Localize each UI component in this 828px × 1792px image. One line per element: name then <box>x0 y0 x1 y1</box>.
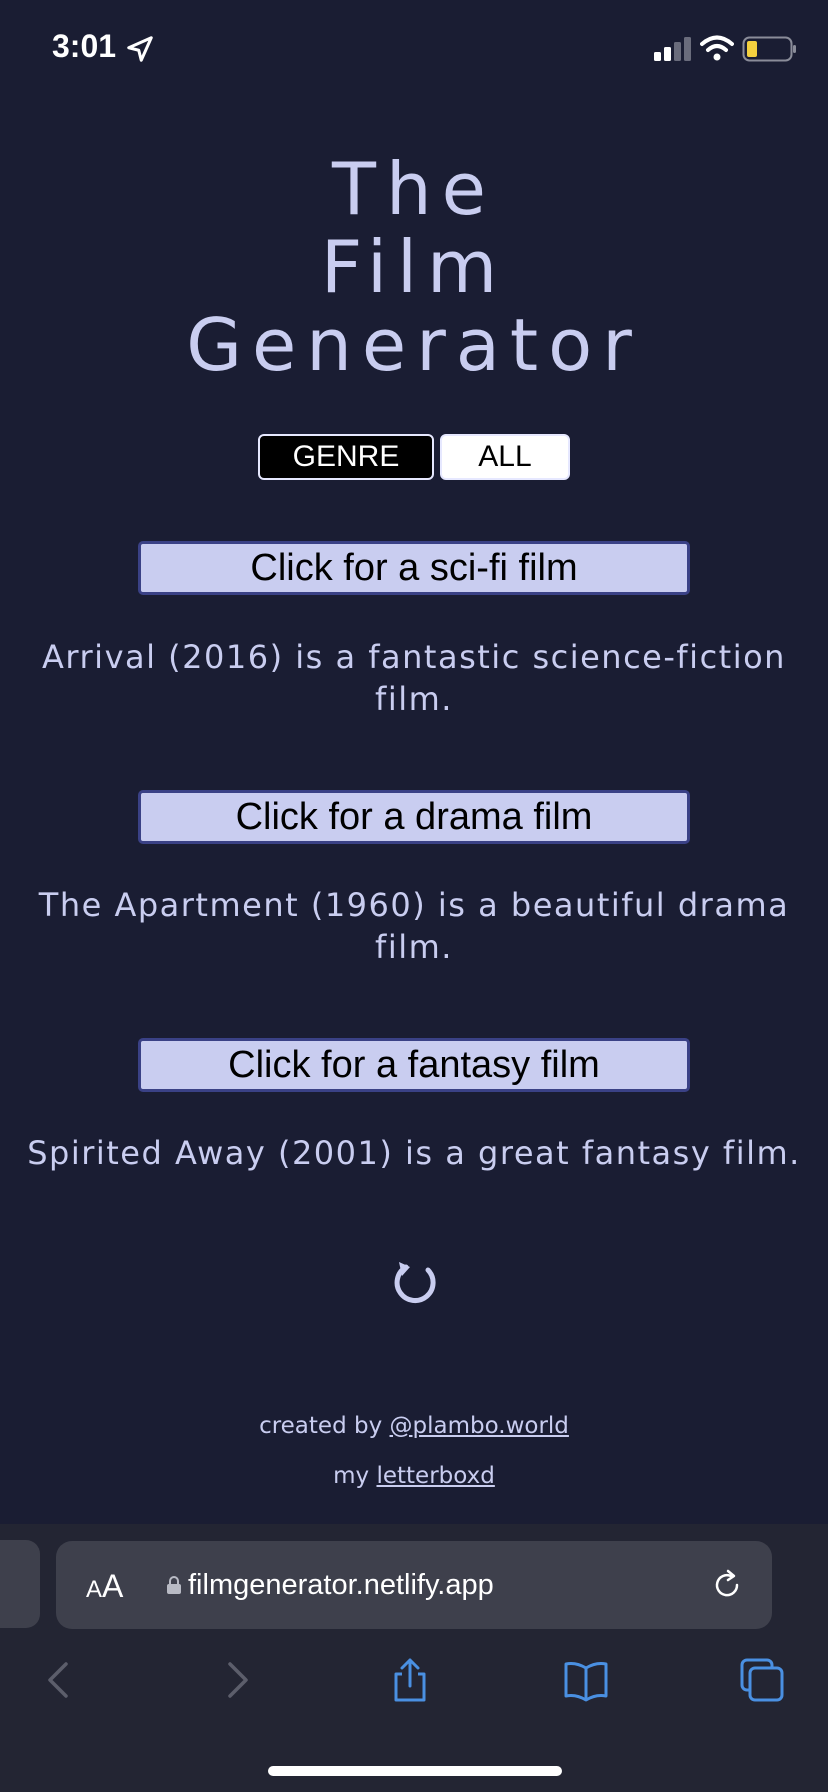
location-arrow-icon <box>127 36 153 62</box>
footer-letterboxd: my letterboxd <box>0 1463 828 1489</box>
tabs-icon[interactable] <box>738 1656 786 1704</box>
bookmarks-icon[interactable] <box>562 1656 610 1704</box>
title-line-3: Generator <box>186 303 642 387</box>
share-icon[interactable] <box>386 1656 434 1704</box>
scifi-film-result: Arrival (2016) is a fantastic science-fi… <box>42 638 786 718</box>
previous-tab-stub[interactable] <box>0 1540 40 1628</box>
wifi-icon <box>700 35 734 61</box>
footer-credit-prefix: created by <box>259 1413 390 1439</box>
url-text[interactable]: filmgenerator.netlify.app <box>188 1569 494 1602</box>
genre-toggle-button[interactable]: GENRE <box>258 434 434 480</box>
title-line-1: The <box>332 147 496 231</box>
status-bar: 3:01 <box>0 0 828 100</box>
scifi-film-button[interactable]: Click for a sci-fi film <box>138 541 690 595</box>
text-size-button[interactable]: AA <box>86 1568 123 1605</box>
footer-my-prefix: my <box>333 1463 377 1489</box>
reload-page-icon[interactable] <box>710 1568 744 1602</box>
status-time: 3:01 <box>52 28 117 64</box>
home-indicator[interactable] <box>268 1766 562 1776</box>
all-toggle-button[interactable]: ALL <box>440 434 570 480</box>
reload-icon[interactable] <box>384 1254 444 1314</box>
fantasy-film-result: Spirited Away (2001) is a great fantasy … <box>27 1134 801 1172</box>
forward-icon[interactable] <box>212 1656 260 1704</box>
fantasy-film-button[interactable]: Click for a fantasy film <box>138 1038 690 1092</box>
text-size-small: A <box>86 1576 103 1603</box>
title-line-2: Film <box>320 225 508 309</box>
footer-credit: created by @plambo.world <box>0 1413 828 1439</box>
drama-film-result: The Apartment (1960) is a beautiful dram… <box>38 886 790 966</box>
back-icon[interactable] <box>36 1656 84 1704</box>
letterboxd-link[interactable]: letterboxd <box>376 1463 494 1489</box>
text-size-big: A <box>102 1568 124 1604</box>
drama-film-button[interactable]: Click for a drama film <box>138 790 690 844</box>
lock-icon <box>167 1576 181 1594</box>
page-title: The Film Generator <box>0 150 828 384</box>
plambo-world-link[interactable]: @plambo.world <box>390 1413 569 1439</box>
cellular-signal-icon <box>654 37 691 61</box>
battery-icon <box>742 36 796 62</box>
